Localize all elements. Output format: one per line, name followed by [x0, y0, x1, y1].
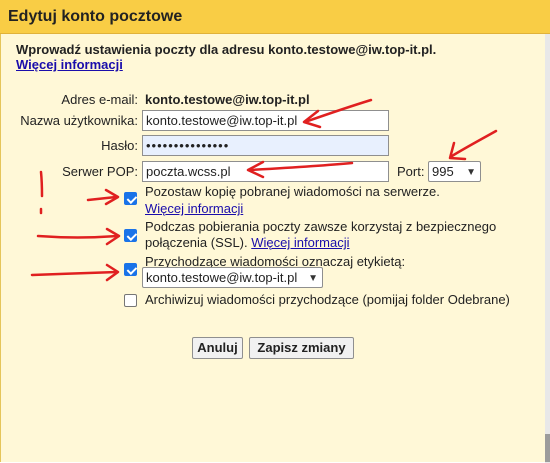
dialog-title: Edytuj konto pocztowe	[8, 8, 183, 25]
scrollbar-thumb[interactable]	[545, 434, 550, 462]
archive-label: Archiwizuj wiadomości przychodzące (pomi…	[145, 292, 510, 307]
chevron-down-icon: ▼	[466, 167, 476, 178]
label-select-value: konto.testowe@iw.top-it.pl	[146, 270, 298, 285]
port-select-value: 995	[432, 164, 454, 179]
password-label: Hasło:	[101, 138, 138, 153]
intro-text: Wprowadź ustawienia poczty dla adresu ko…	[16, 42, 437, 57]
intro-more-info-link[interactable]: Więcej informacji	[16, 57, 123, 72]
email-value: konto.testowe@iw.top-it.pl	[145, 92, 310, 107]
scrollbar[interactable]	[545, 34, 550, 463]
pop-server-label: Serwer POP:	[62, 164, 138, 179]
ssl-label-line1: Podczas pobierania poczty zawsze korzyst…	[145, 219, 497, 234]
port-label: Port:	[397, 164, 425, 179]
password-input[interactable]: •••••••••••••••	[142, 135, 389, 156]
username-label: Nazwa użytkownika:	[20, 113, 138, 128]
ssl-checkbox[interactable]	[124, 229, 137, 242]
dialog-title-bar: Edytuj konto pocztowe	[0, 0, 550, 34]
cancel-button[interactable]: Anuluj	[192, 337, 243, 359]
leave-copy-more-info-link[interactable]: Więcej informacji	[145, 201, 243, 216]
label-select[interactable]: konto.testowe@iw.top-it.pl ▼	[142, 267, 323, 288]
save-button[interactable]: Zapisz zmiany	[249, 337, 354, 359]
ssl-label-line2: połączenia (SSL).	[145, 235, 248, 250]
pop-server-input[interactable]: poczta.wcss.pl	[142, 161, 389, 182]
chevron-down-icon: ▼	[308, 273, 318, 284]
leave-copy-label: Pozostaw kopię pobranej wiadomości na se…	[145, 184, 440, 199]
ssl-more-info-link[interactable]: Więcej informacji	[251, 235, 349, 250]
email-label: Adres e-mail:	[61, 92, 138, 107]
leave-copy-checkbox[interactable]	[124, 192, 137, 205]
archive-checkbox[interactable]	[124, 294, 137, 307]
label-incoming-checkbox[interactable]	[124, 263, 137, 276]
username-input[interactable]: konto.testowe@iw.top-it.pl	[142, 110, 389, 131]
port-select[interactable]: 995 ▼	[428, 161, 481, 182]
